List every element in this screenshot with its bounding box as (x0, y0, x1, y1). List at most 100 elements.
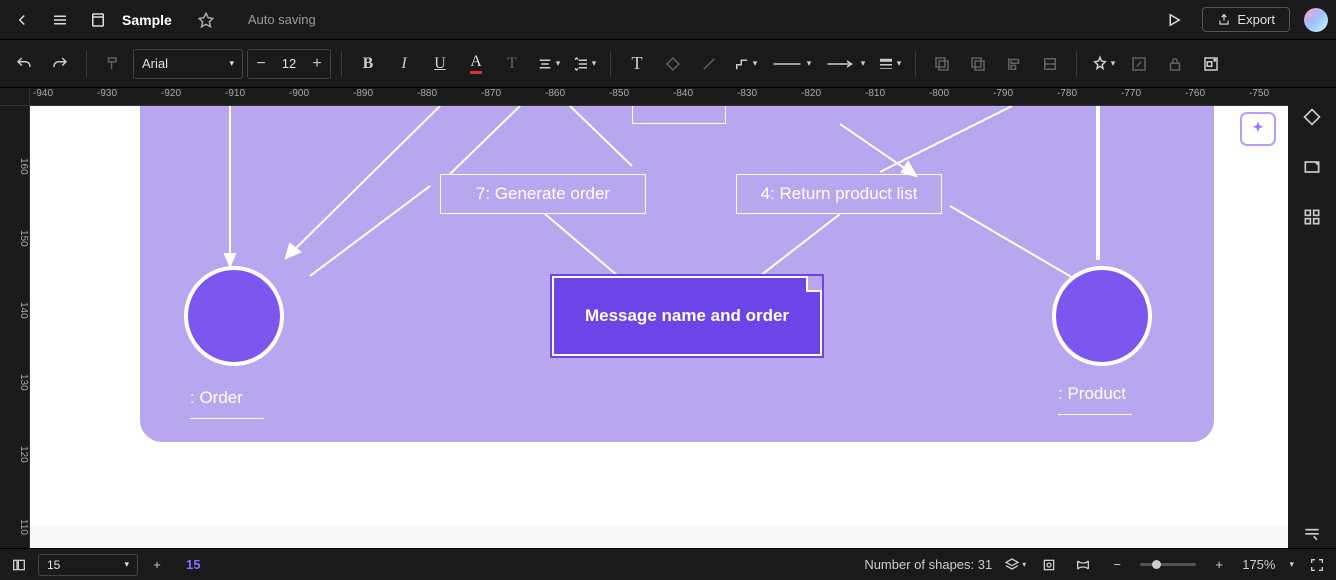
chevron-down-icon[interactable]: ▾ (1289, 559, 1294, 570)
page[interactable]: 7: Generate order 4: Return product list… (30, 106, 1288, 526)
diagram-top-box[interactable] (632, 106, 726, 124)
collapse-panel-button[interactable] (1297, 518, 1327, 548)
ruler-tick: 110 (0, 466, 29, 538)
undo-button[interactable] (8, 48, 40, 80)
text-tool[interactable]: T (621, 48, 653, 80)
ruler-tick: 120 (0, 394, 29, 466)
file-title: Sample (122, 12, 172, 28)
page-select[interactable]: 15 ▾ (38, 554, 138, 576)
ruler-tick: -830 (734, 88, 798, 105)
ruler-tick: 160 (0, 106, 29, 178)
connector-button[interactable]: ▾ (729, 48, 761, 80)
shape-count: Number of shapes: 31 (864, 557, 992, 572)
add-page-button[interactable]: + (146, 554, 168, 576)
diagram-note[interactable]: Message name and order (552, 276, 822, 356)
arrow-style-button[interactable]: ▾ (819, 48, 869, 80)
zoom-in-button[interactable]: + (1208, 554, 1230, 576)
redo-button[interactable] (44, 48, 76, 80)
separator (1076, 51, 1077, 77)
ai-assist-button[interactable] (1240, 112, 1276, 146)
ruler-tick: -920 (158, 88, 222, 105)
view-mode-button[interactable] (1072, 554, 1094, 576)
page-total: 15 (47, 558, 60, 572)
diagram-product-node[interactable] (1052, 266, 1152, 366)
ruler-tick: -750 (1246, 88, 1288, 105)
pages-panel-button[interactable] (8, 554, 30, 576)
ruler-tick: -860 (542, 88, 606, 105)
ruler-tick: -760 (1182, 88, 1246, 105)
distribute-button[interactable] (1034, 48, 1066, 80)
text-format-button[interactable]: T (496, 48, 528, 80)
menu-button[interactable] (46, 6, 74, 34)
star-button[interactable] (192, 6, 220, 34)
align-button[interactable]: ▾ (532, 48, 564, 80)
ruler-tick: 150 (0, 178, 29, 250)
fill-button[interactable] (657, 48, 689, 80)
separator (86, 51, 87, 77)
ruler-tick: 140 (0, 250, 29, 322)
apps-panel-button[interactable] (1297, 202, 1327, 232)
ruler-tick: -820 (798, 88, 862, 105)
zoom-slider[interactable] (1140, 563, 1196, 566)
present-button[interactable] (1160, 6, 1188, 34)
back-button[interactable] (8, 6, 36, 34)
separator (915, 51, 916, 77)
fullscreen-button[interactable] (1306, 554, 1328, 576)
effects-button[interactable]: ▾ (1087, 48, 1119, 80)
vertical-ruler: 160150140130120110100 (0, 106, 30, 548)
ruler-tick: -800 (926, 88, 990, 105)
edit-button[interactable] (1123, 48, 1155, 80)
layers-button[interactable]: ▾ (1004, 554, 1026, 576)
fill-panel-button[interactable] (1297, 102, 1327, 132)
send-back-button[interactable] (926, 48, 958, 80)
ruler-tick: -880 (414, 88, 478, 105)
chevron-down-icon: ▾ (229, 58, 234, 69)
spacing-button[interactable]: ▾ (568, 48, 600, 80)
insert-button[interactable] (1195, 48, 1227, 80)
lock-button[interactable] (1159, 48, 1191, 80)
font-name: Arial (142, 56, 168, 71)
font-size-decrease[interactable]: − (248, 50, 274, 78)
stroke-color-button[interactable] (693, 48, 725, 80)
export-label: Export (1237, 12, 1275, 27)
ruler-tick: -840 (670, 88, 734, 105)
diagram-box-return[interactable]: 4: Return product list (736, 174, 942, 214)
focus-button[interactable] (1038, 554, 1060, 576)
line-weight-button[interactable]: ▾ (873, 48, 905, 80)
ruler-tick: -940 (30, 88, 94, 105)
underline-button[interactable]: U (424, 48, 456, 80)
zoom-value[interactable]: 175% (1242, 557, 1275, 572)
format-painter-button[interactable] (97, 48, 129, 80)
bold-button[interactable]: B (352, 48, 384, 80)
font-size-value[interactable]: 12 (274, 56, 304, 71)
ruler-tick: -870 (478, 88, 542, 105)
layers-panel-button[interactable] (1297, 152, 1327, 182)
bring-front-button[interactable] (962, 48, 994, 80)
ruler-tick: -930 (94, 88, 158, 105)
ruler-tick: -910 (222, 88, 286, 105)
font-select[interactable]: Arial ▾ (133, 49, 243, 79)
user-avatar[interactable] (1304, 8, 1328, 32)
export-button[interactable]: Export (1202, 7, 1290, 32)
ruler-tick: -780 (1054, 88, 1118, 105)
ruler-tick: 130 (0, 322, 29, 394)
diagram-box-generate[interactable]: 7: Generate order (440, 174, 646, 214)
diagram-connectors (140, 106, 1214, 442)
ruler-tick: -810 (862, 88, 926, 105)
diagram-order-label[interactable]: : Order (190, 388, 264, 419)
font-size-group: − 12 + (247, 49, 331, 79)
align-objects-button[interactable] (998, 48, 1030, 80)
diagram-order-node[interactable] (184, 266, 284, 366)
separator (341, 51, 342, 77)
font-color-button[interactable]: A (460, 48, 492, 80)
diagram-product-label[interactable]: : Product (1058, 384, 1132, 415)
ruler-tick: -790 (990, 88, 1054, 105)
font-size-increase[interactable]: + (304, 50, 330, 78)
canvas[interactable]: 7: Generate order 4: Return product list… (30, 106, 1288, 548)
italic-button[interactable]: I (388, 48, 420, 80)
autosave-status: Auto saving (248, 12, 316, 27)
zoom-out-button[interactable]: − (1106, 554, 1128, 576)
ruler-tick: -890 (350, 88, 414, 105)
diagram-frame[interactable]: 7: Generate order 4: Return product list… (140, 106, 1214, 442)
line-style-button[interactable]: ▾ (765, 48, 815, 80)
